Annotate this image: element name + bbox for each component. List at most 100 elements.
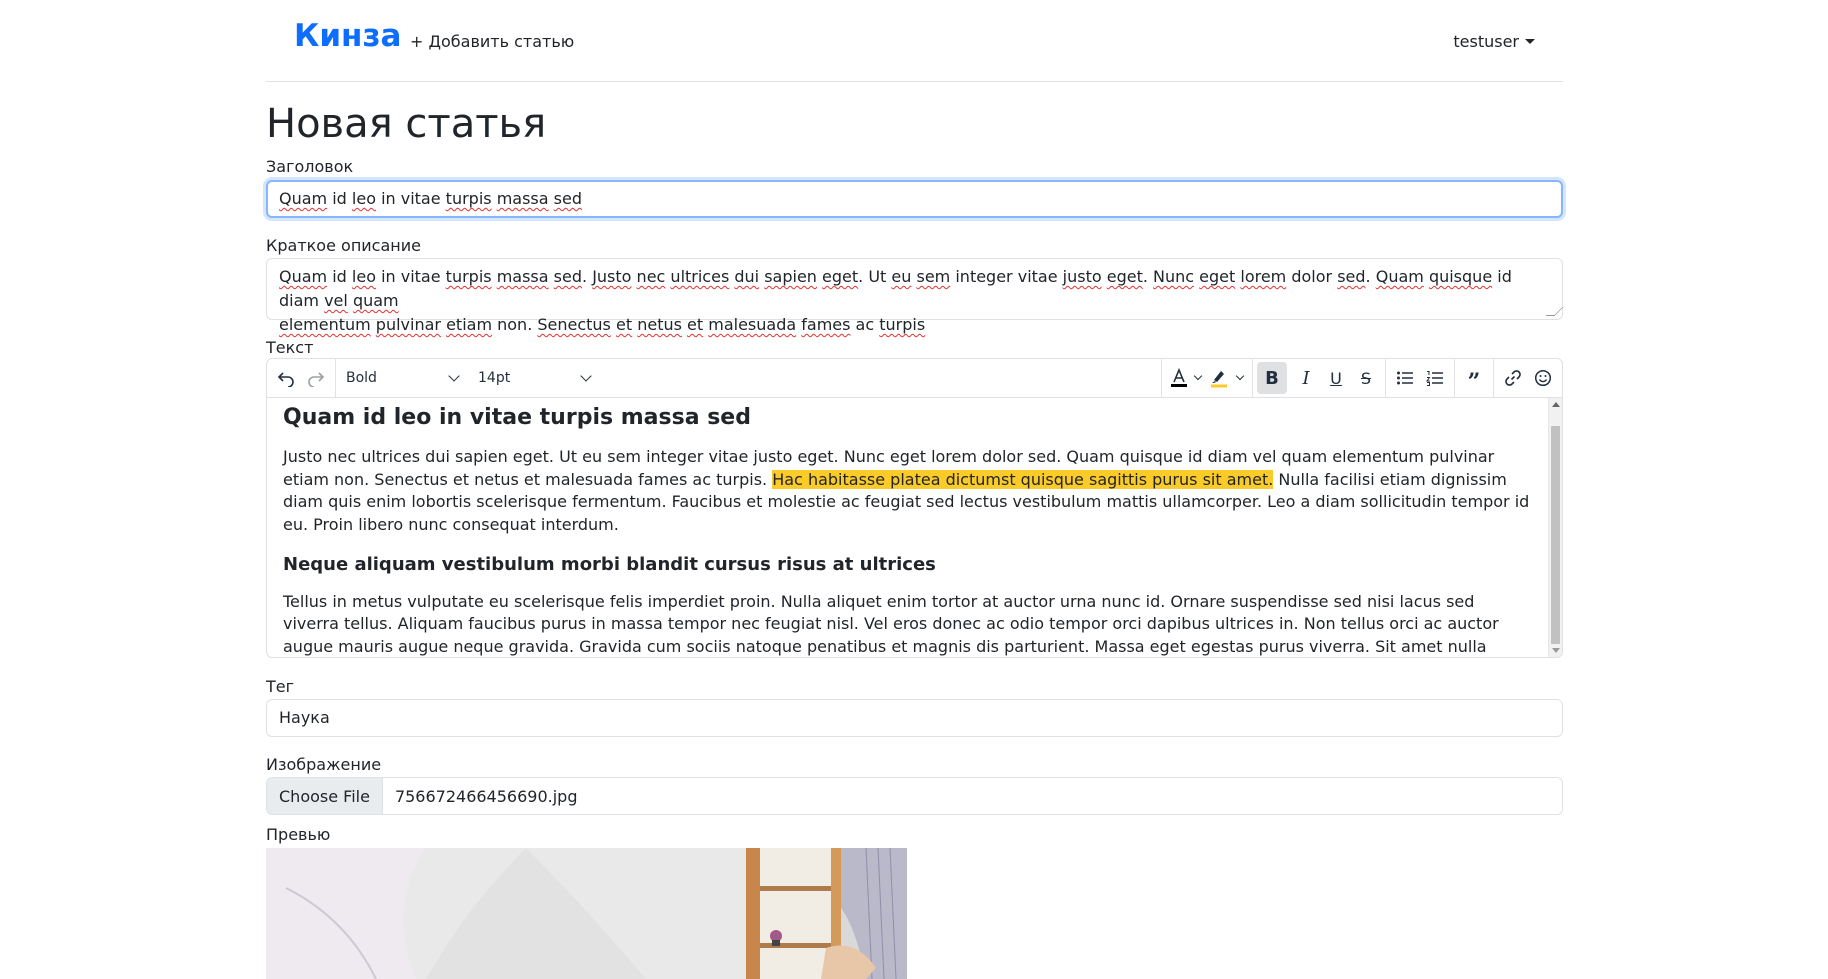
misspelled-word: et: [615, 315, 633, 334]
content-subheading: Neque aliquam vestibulum morbi blandit c…: [283, 554, 936, 575]
link-icon[interactable]: [1498, 362, 1528, 394]
text-run: dolor: [1286, 267, 1338, 286]
strikethrough-icon[interactable]: S: [1351, 362, 1381, 394]
toolbar-separator: [1493, 359, 1494, 397]
misspelled-word: eget: [1106, 267, 1143, 286]
misspelled-word: eget: [1199, 267, 1236, 286]
image-label: Изображение: [266, 755, 382, 774]
misspelled-word: sed: [553, 267, 583, 286]
misspelled-word: quam: [352, 291, 399, 310]
font-size-select[interactable]: 14pt: [468, 362, 600, 394]
misspelled-word: Quam: [1375, 267, 1424, 286]
misspelled-word: justo: [1062, 267, 1102, 286]
chevron-down-icon: [448, 370, 460, 382]
misspelled-word: leo: [351, 267, 376, 286]
emoji-icon[interactable]: [1528, 362, 1558, 394]
misspelled-word: lorem: [1240, 267, 1287, 286]
caret-down-icon: [1525, 39, 1535, 44]
misspelled-word: sapien: [764, 267, 817, 286]
chevron-down-icon: [1193, 371, 1203, 381]
highlight-icon[interactable]: [1206, 362, 1232, 394]
chevron-down-icon: [580, 370, 592, 382]
misspelled-word: sem: [916, 267, 951, 286]
text-color-dropdown[interactable]: [1190, 362, 1206, 394]
user-menu[interactable]: testuser: [1453, 32, 1535, 51]
misspelled-word: quisque: [1428, 267, 1493, 286]
toolbar-separator: [1385, 359, 1386, 397]
page-title: Новая статья: [266, 101, 547, 147]
misspelled-word: ultrices: [670, 267, 730, 286]
block-format-select[interactable]: Bold: [336, 362, 468, 394]
misspelled-word: et: [687, 315, 704, 334]
misspelled-word: eu: [891, 267, 912, 286]
misspelled-word: pulvinar: [375, 315, 441, 334]
scroll-down-arrow[interactable]: [1552, 648, 1560, 653]
scroll-up-arrow[interactable]: [1552, 402, 1560, 407]
misspelled-word: elementum: [279, 315, 371, 334]
toolbar-separator: [1161, 359, 1162, 397]
summary-line: elementum pulvinar etiam non. Senectus e…: [279, 313, 1550, 337]
misspelled-word: Justo: [592, 267, 632, 286]
misspelled-word: eget: [822, 267, 859, 286]
text-run: id: [327, 189, 352, 208]
text-color-icon[interactable]: [1168, 362, 1190, 394]
preview-label: Превью: [266, 825, 331, 844]
misspelled-word: sed: [1337, 267, 1366, 286]
text-run: ac: [850, 315, 880, 334]
file-name: 756672466456690.jpg: [394, 786, 578, 806]
misspelled-word: vel: [324, 291, 348, 310]
misspelled-word: fames: [801, 315, 851, 334]
editor-content[interactable]: Quam id leo in vitae turpis massa sed Ju…: [267, 398, 1548, 657]
misspelled-word: Quam: [279, 189, 328, 208]
redo-icon[interactable]: [301, 362, 331, 394]
file-input[interactable]: Choose File 756672466456690.jpg: [266, 777, 1563, 815]
bold-icon[interactable]: B: [1257, 362, 1287, 394]
numbered-list-icon[interactable]: [1420, 362, 1450, 394]
preview-image: [266, 848, 907, 979]
misspelled-word: etiam: [446, 315, 493, 334]
editor-scrollbar[interactable]: [1548, 398, 1562, 657]
highlight-dropdown[interactable]: [1232, 362, 1248, 394]
title-label: Заголовок: [266, 157, 354, 176]
text-run: .: [1365, 267, 1376, 286]
misspelled-word: leo: [351, 189, 376, 208]
toolbar-separator: [1454, 359, 1455, 397]
text-label: Текст: [266, 338, 314, 357]
text-run: non.: [492, 315, 538, 334]
choose-file-button[interactable]: Choose File: [267, 778, 383, 814]
undo-icon[interactable]: [271, 362, 301, 394]
page-container: Кинза + Добавить статью testuser Новая с…: [266, 0, 1564, 979]
blockquote-icon[interactable]: ”: [1459, 362, 1489, 395]
misspelled-word: malesuada: [708, 315, 797, 334]
scroll-thumb[interactable]: [1551, 426, 1560, 644]
italic-icon[interactable]: I: [1291, 362, 1321, 394]
text-run: .: [1142, 267, 1154, 286]
text-run: in vitae: [375, 267, 446, 286]
summary-textarea[interactable]: Quam id leo in vitae turpis massa sed. J…: [266, 258, 1564, 334]
tag-input[interactable]: Наука: [266, 699, 1563, 737]
content-paragraph: Tellus in metus vulputate eu scelerisque…: [283, 591, 1499, 656]
misspelled-word: nec: [636, 267, 666, 286]
bullet-list-icon[interactable]: [1390, 362, 1420, 394]
highlighted-text: Hac habitasse platea dictumst quisque sa…: [772, 469, 1274, 489]
rich-text-editor[interactable]: Bold 14pt B I U S ” Quam id leo in vitae…: [266, 358, 1563, 658]
text-run: .: [582, 267, 593, 286]
text-run: in vitae: [375, 189, 446, 208]
summary-label: Краткое описание: [266, 236, 421, 255]
title-input[interactable]: Quam id leo in vitae turpis massa sed: [266, 180, 1563, 218]
misspelled-word: Nunc: [1153, 267, 1195, 286]
brand-logo[interactable]: Кинза: [294, 18, 401, 54]
misspelled-word: dui: [734, 267, 760, 286]
text-run: id: [327, 267, 352, 286]
username: testuser: [1453, 32, 1519, 51]
navbar: Кинза + Добавить статью testuser: [266, 0, 1563, 82]
misspelled-word: massa: [496, 189, 549, 208]
misspelled-word: massa: [496, 267, 549, 286]
underline-icon[interactable]: U: [1321, 362, 1351, 394]
tag-label: Тег: [266, 677, 295, 696]
misspelled-word: netus: [637, 315, 682, 334]
misspelled-word: Senectus: [537, 315, 611, 334]
block-format-value: Bold: [346, 370, 377, 386]
toolbar-separator: [1252, 359, 1253, 397]
add-article-link[interactable]: + Добавить статью: [410, 32, 574, 51]
